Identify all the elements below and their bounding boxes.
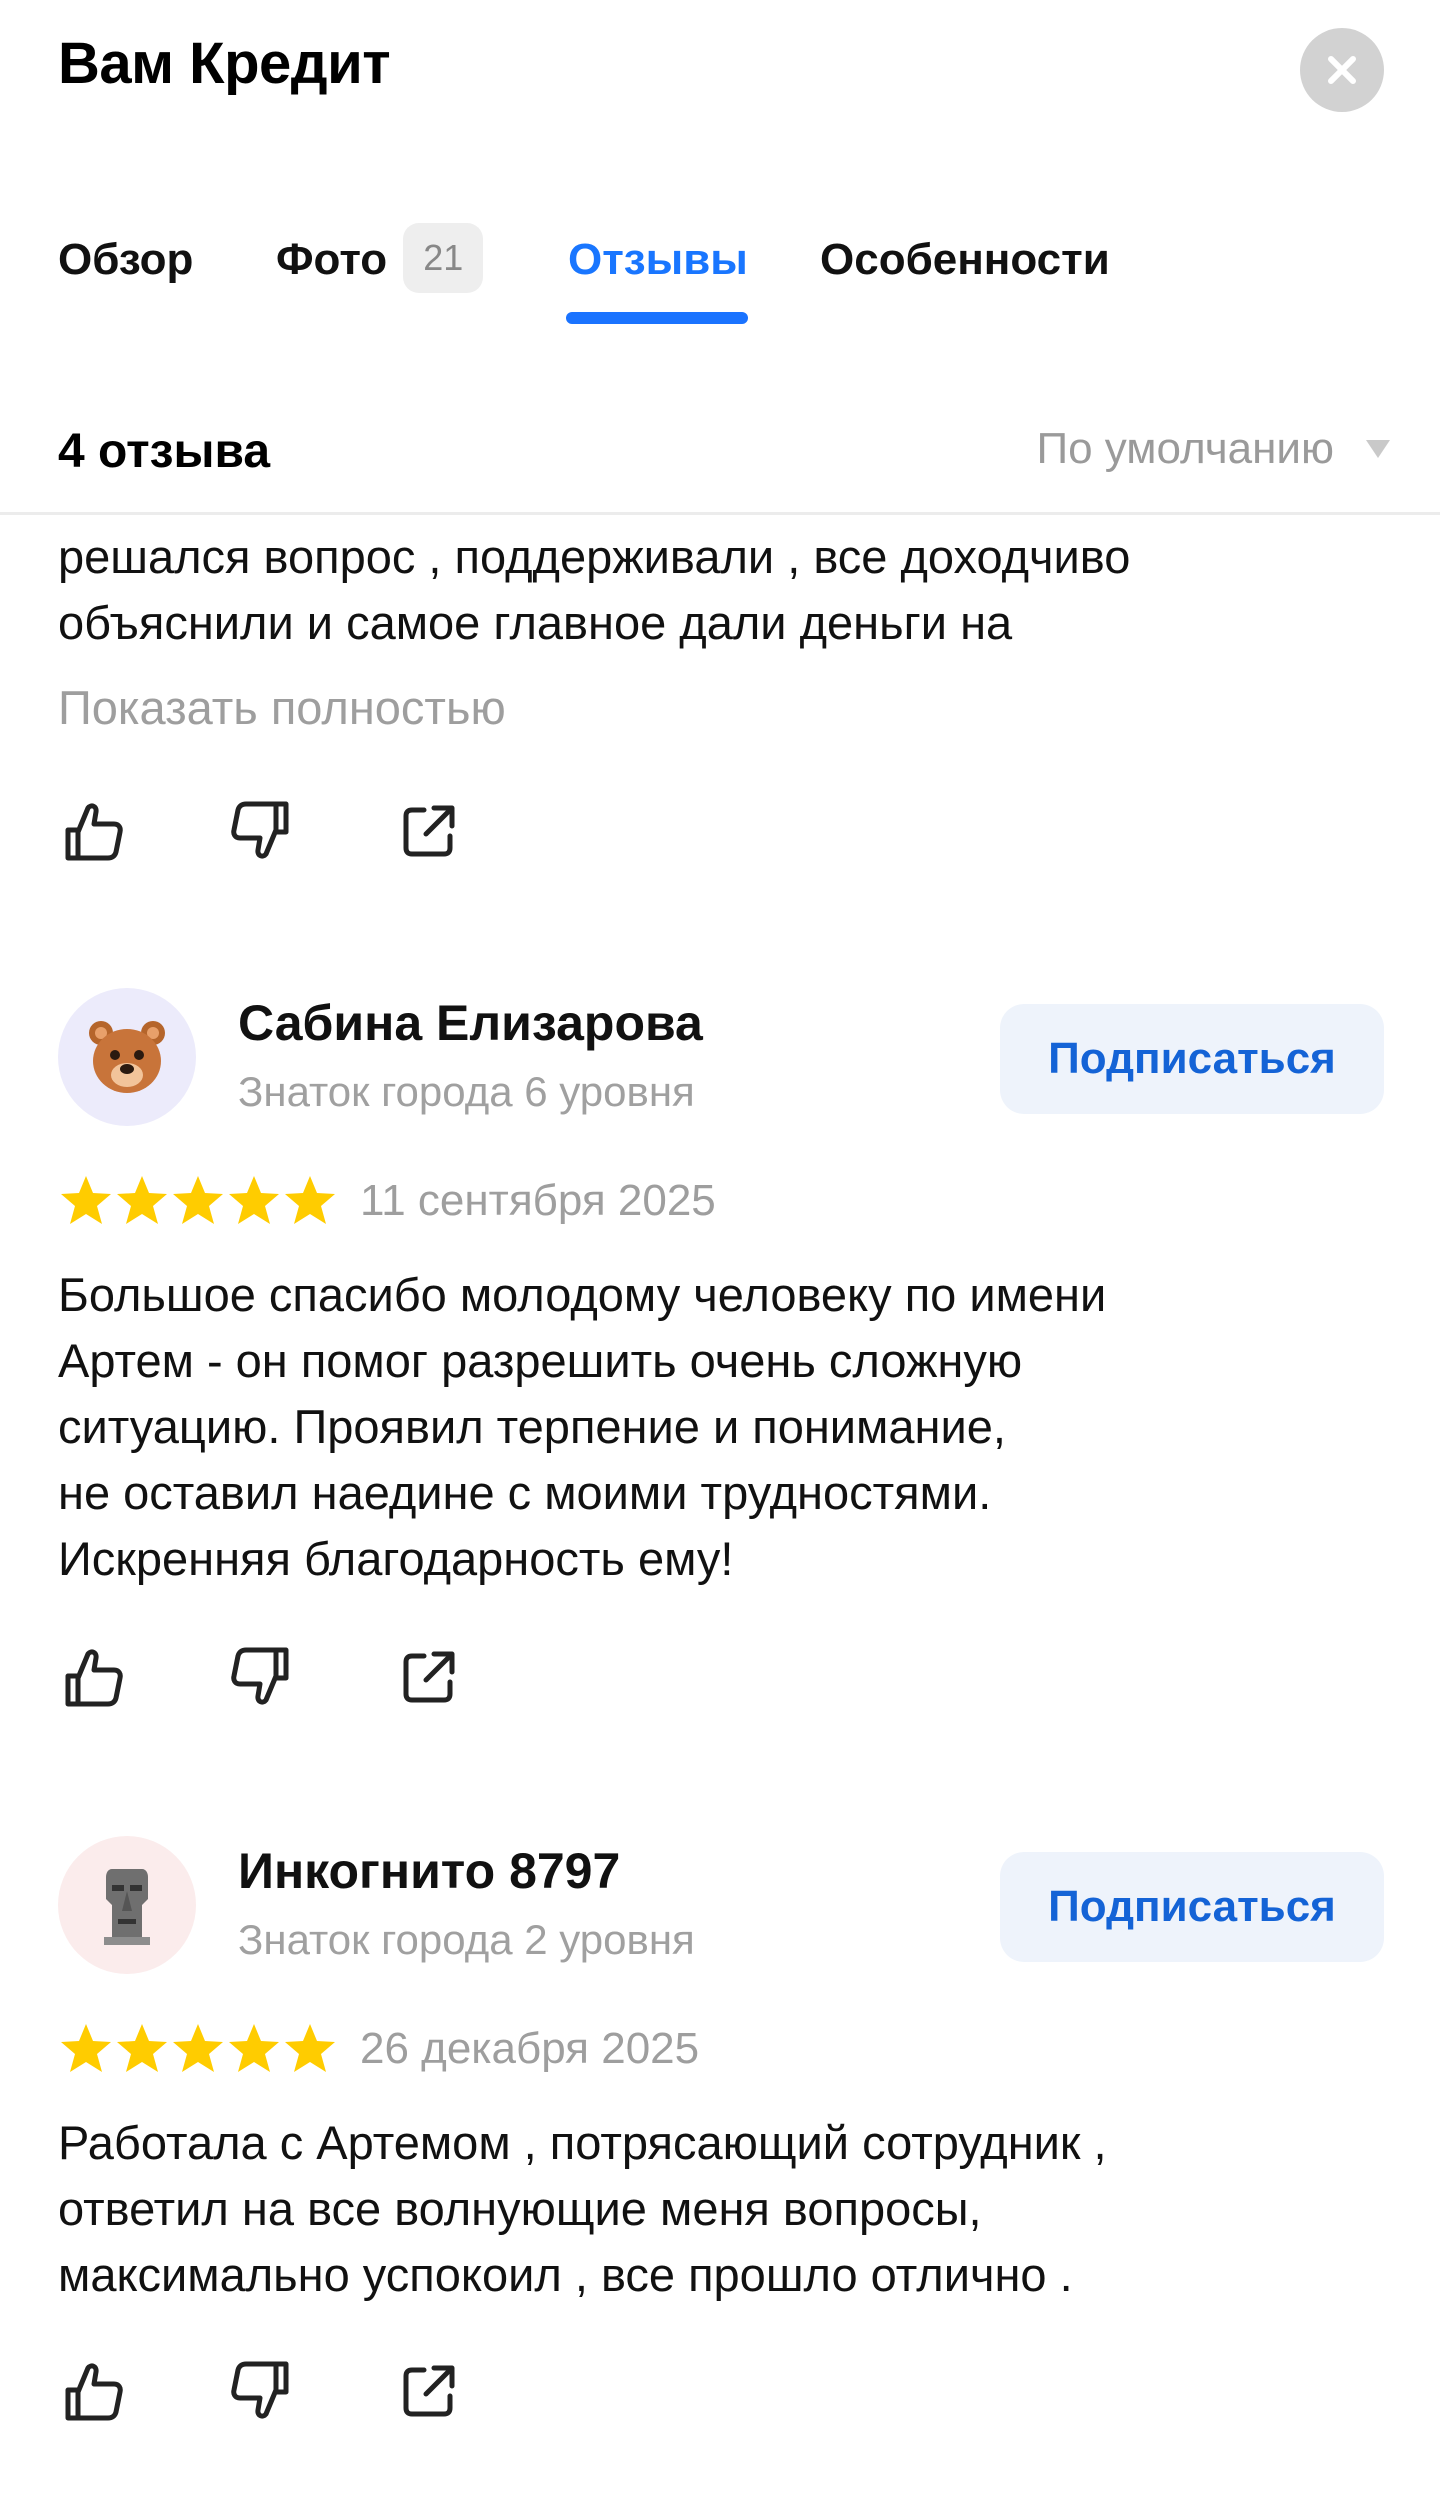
author-name[interactable]: Сабина Елизарова xyxy=(238,994,703,1052)
subscribe-button[interactable]: Подписаться xyxy=(1000,1004,1384,1114)
sort-label: По умолчанию xyxy=(1036,424,1334,473)
thumbs-down-icon xyxy=(231,2361,289,2419)
review-actions xyxy=(58,1642,498,1712)
subscribe-button[interactable]: Подписаться xyxy=(1000,1852,1384,1962)
review-count: 4 отзыва xyxy=(58,425,271,478)
sort-dropdown[interactable]: По умолчанию xyxy=(1036,424,1390,474)
reviews-panel: Вам Кредит Обзор Фото 21 Отзывы Особеннос… xyxy=(0,0,1440,2494)
rating-row: 26 декабря 2025 xyxy=(58,2014,699,2084)
close-button[interactable] xyxy=(1300,28,1384,112)
like-button[interactable] xyxy=(58,796,128,866)
star-icon xyxy=(285,2024,335,2072)
review-date: 11 сентября 2025 xyxy=(360,1176,716,1225)
tab-overview[interactable]: Обзор xyxy=(58,220,193,300)
tab-photos[interactable]: Фото 21 xyxy=(276,220,484,300)
review-text: Работала с Артемом , потрясающий сотрудн… xyxy=(58,2116,1107,2301)
review-date: 26 декабря 2025 xyxy=(360,2024,700,2073)
share-icon xyxy=(403,805,455,857)
tab-reviews-label: Отзывы xyxy=(568,235,748,284)
star-icon xyxy=(117,2024,167,2072)
reviews-toolbar: 4 отзыва По умолчанию xyxy=(0,412,1440,515)
rating-row: 11 сентября 2025 xyxy=(58,1166,716,1236)
active-tab-indicator xyxy=(566,312,748,324)
share-icon xyxy=(403,1651,455,1703)
place-title: Вам Кредит xyxy=(58,31,391,96)
tab-features[interactable]: Особенности xyxy=(820,220,1110,300)
thumbs-up-icon xyxy=(65,803,123,861)
star-icon xyxy=(173,1176,223,1224)
share-button[interactable] xyxy=(394,1642,464,1712)
dislike-button[interactable] xyxy=(226,796,296,866)
star-icon xyxy=(229,2024,279,2072)
star-icon xyxy=(285,1176,335,1224)
tab-reviews[interactable]: Отзывы xyxy=(568,220,748,300)
like-button[interactable] xyxy=(58,2356,128,2426)
tab-photos-label: Фото xyxy=(276,235,388,284)
thumbs-down-icon xyxy=(231,1647,289,1705)
photo-count-badge: 21 xyxy=(403,223,484,294)
review-actions xyxy=(58,2356,498,2426)
author-level: Знаток города 2 уровня xyxy=(238,1916,695,1963)
star-icon xyxy=(61,2024,111,2072)
share-button[interactable] xyxy=(394,2356,464,2426)
star-icon xyxy=(61,1176,111,1224)
tab-bar: Обзор Фото 21 Отзывы Особенности xyxy=(58,220,1384,324)
review-text: Большое спасибо молодому человеку по име… xyxy=(58,1268,1107,1585)
share-button[interactable] xyxy=(394,796,464,866)
moai-icon xyxy=(104,1869,150,1945)
star-icon xyxy=(117,1176,167,1224)
dislike-button[interactable] xyxy=(226,1642,296,1712)
author-name[interactable]: Инкогнито 8797 xyxy=(238,1842,620,1900)
like-button[interactable] xyxy=(58,1642,128,1712)
thumbs-up-icon xyxy=(65,2363,123,2421)
star-icon xyxy=(173,2024,223,2072)
author-level: Знаток города 6 уровня xyxy=(238,1068,695,1115)
chevron-down-icon xyxy=(1366,440,1390,458)
bear-icon xyxy=(89,1021,165,1093)
tab-overview-label: Обзор xyxy=(58,235,194,284)
review-text: решался вопрос , поддерживали , все дохо… xyxy=(58,530,1131,649)
avatar[interactable] xyxy=(58,1836,196,1974)
thumbs-down-icon xyxy=(231,801,289,859)
avatar[interactable] xyxy=(58,988,196,1126)
review-actions xyxy=(58,796,498,866)
share-icon xyxy=(403,2365,455,2417)
close-icon xyxy=(1328,56,1356,84)
dislike-button[interactable] xyxy=(226,2356,296,2426)
star-icon xyxy=(229,1176,279,1224)
show-more-link[interactable]: Показать полностью xyxy=(58,680,506,735)
tab-features-label: Особенности xyxy=(820,235,1110,284)
thumbs-up-icon xyxy=(65,1649,123,1707)
